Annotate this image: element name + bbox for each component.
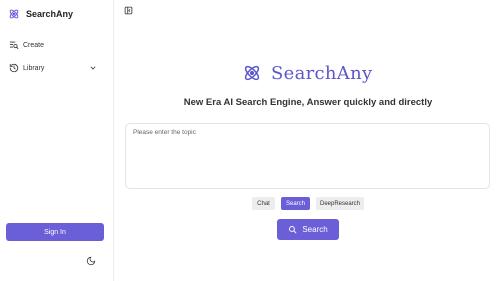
sidebar-item-label: Create [23, 41, 45, 49]
mode-deepresearch-button[interactable]: DeepResearch [316, 197, 364, 210]
page-tagline: New Era AI Search Engine, Answer quickly… [183, 97, 433, 108]
moon-icon[interactable] [86, 256, 96, 266]
mode-selector: Chat Search DeepResearch [252, 197, 364, 210]
search-button[interactable]: Search [277, 219, 339, 240]
mode-search-button[interactable]: Search [281, 197, 310, 210]
search-list-icon [9, 41, 19, 49]
chevron-down-icon[interactable] [89, 64, 97, 72]
atom-icon [244, 65, 260, 81]
topic-input[interactable] [125, 123, 490, 189]
atom-icon [9, 9, 19, 19]
sidebar: SearchAny Create Library Sign In [0, 0, 114, 281]
brand[interactable]: SearchAny [8, 7, 73, 21]
hero-logo: SearchAny [242, 62, 372, 84]
mode-chat-button[interactable]: Chat [252, 197, 275, 210]
hero-logo-text: SearchAny [271, 62, 373, 84]
brand-name: SearchAny [26, 9, 74, 19]
search-icon [289, 226, 297, 234]
sidebar-toggle-icon[interactable] [124, 6, 133, 15]
sign-in-button[interactable]: Sign In [6, 223, 104, 241]
sidebar-item-label: Library [23, 64, 45, 72]
history-icon [9, 63, 19, 73]
sidebar-item-create[interactable]: Create [9, 39, 44, 51]
search-button-label: Search [302, 225, 328, 234]
sidebar-item-library[interactable]: Library [9, 62, 101, 74]
